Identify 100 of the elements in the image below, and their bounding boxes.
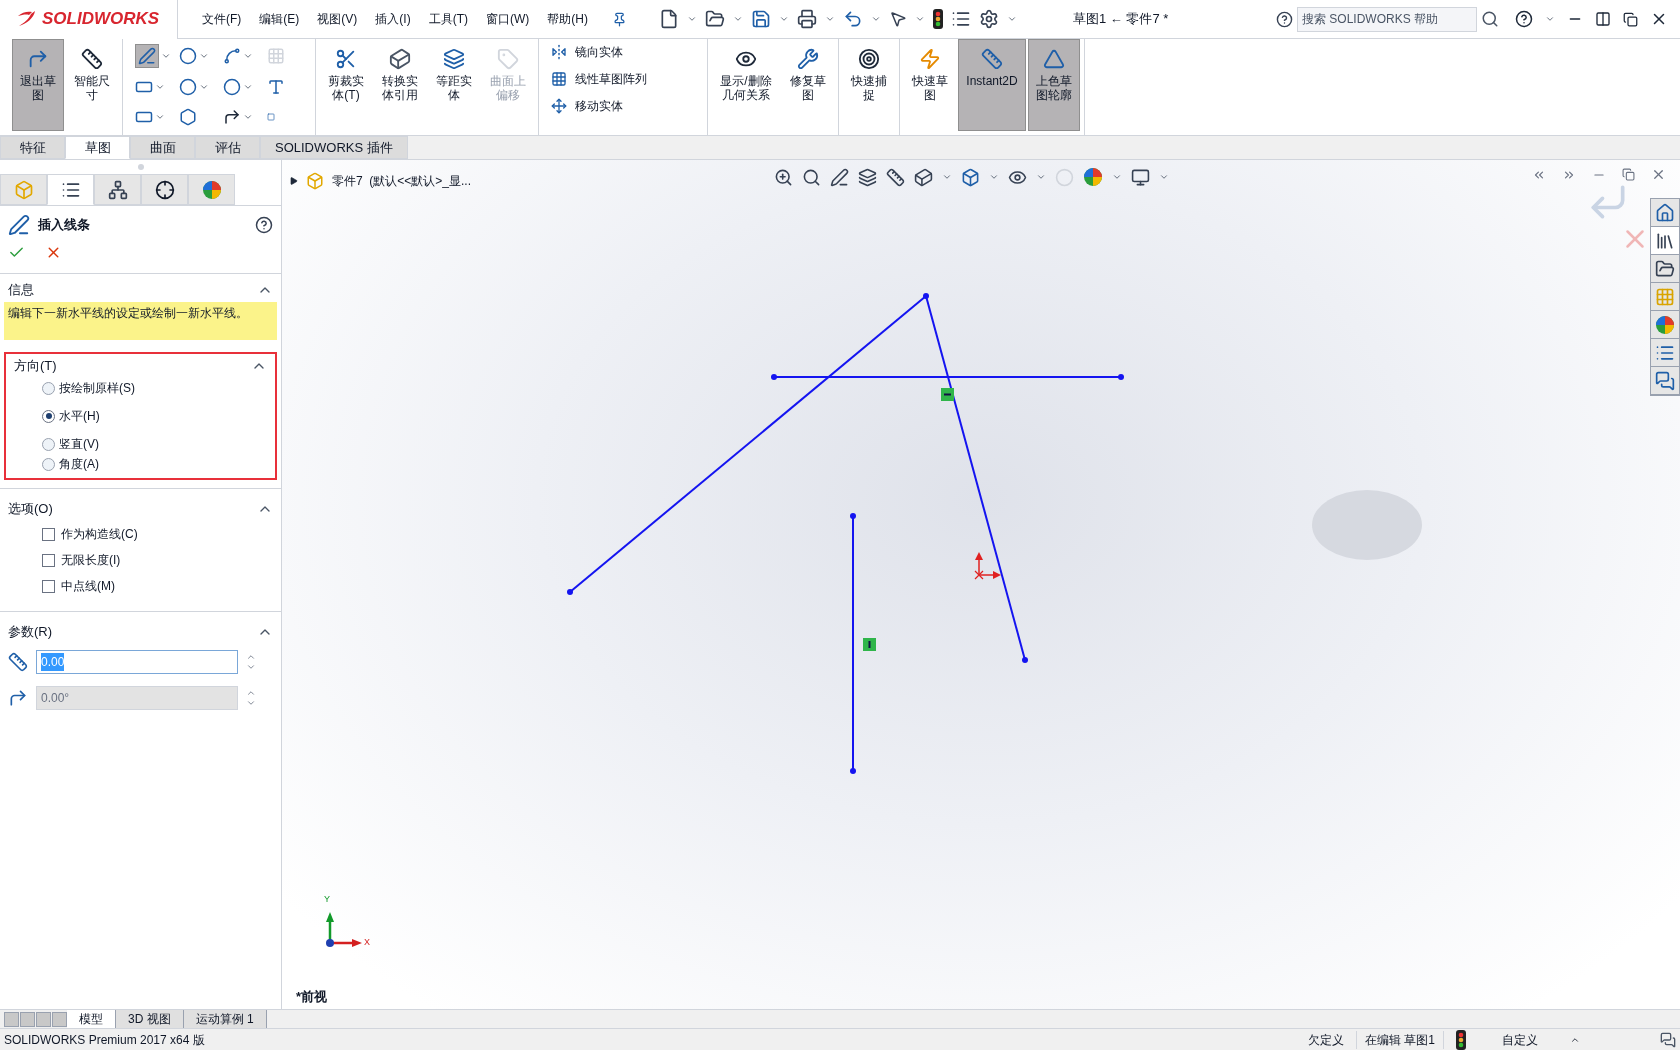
help-icon[interactable] (1276, 10, 1293, 28)
menu-item[interactable]: 工具(T) (428, 10, 468, 28)
pin-icon[interactable] (612, 11, 627, 27)
folder-icon (1655, 258, 1675, 279)
model-tab[interactable]: 模型 (67, 1009, 116, 1029)
select-icon[interactable] (889, 10, 907, 28)
sketch-line[interactable] (923, 293, 1028, 663)
caret-icon[interactable] (243, 51, 253, 61)
section-title: 信息 (8, 281, 34, 300)
text-tool-icon[interactable] (267, 77, 285, 96)
ribbon-button[interactable]: 显示/删除几何关系 (712, 39, 780, 131)
caret-icon[interactable] (871, 14, 881, 24)
radio-button[interactable] (42, 381, 55, 395)
menu-item[interactable]: 文件(F) (202, 10, 242, 28)
caret-icon[interactable] (1036, 172, 1046, 182)
ribbon-button[interactable]: 退出草图 (12, 39, 64, 131)
ribbon-button[interactable]: 上色草图轮廓 (1028, 39, 1080, 131)
ribbon-command[interactable]: 线性草图阵列 (575, 70, 647, 88)
undo-icon[interactable] (843, 9, 863, 29)
ribbon-button[interactable]: 等距实体 (428, 39, 480, 131)
tile-icon[interactable] (1595, 11, 1611, 27)
display-style-icon[interactable] (961, 167, 980, 187)
menu-item[interactable]: 视图(V) (317, 10, 358, 28)
menu-item[interactable]: 插入(I) (375, 10, 411, 28)
horizontal-relation-icon[interactable] (941, 388, 954, 401)
expand-arrow-icon[interactable] (290, 177, 298, 185)
checkbox[interactable] (42, 579, 55, 593)
sketch-line[interactable] (771, 374, 1124, 380)
ribbon-button[interactable]: Instant2D (958, 39, 1026, 131)
command-tab[interactable]: 曲面 (130, 136, 195, 159)
checkbox-label: 无限长度(I) (61, 552, 121, 569)
caret-icon[interactable] (915, 14, 925, 24)
zoom-fit-icon[interactable] (774, 167, 793, 187)
ribbon-command[interactable]: 移动实体 (575, 97, 623, 115)
monitor-icon[interactable] (1131, 167, 1150, 187)
caret-icon[interactable] (989, 172, 999, 182)
model-tab[interactable]: 3D 视图 (116, 1009, 184, 1029)
options-list-icon[interactable] (951, 9, 971, 29)
caret-icon[interactable] (1007, 14, 1017, 24)
circle-icon[interactable] (179, 47, 197, 65)
ribbon-command[interactable]: 镜向实体 (575, 43, 623, 61)
ribbon-button[interactable]: 修复草图 (782, 39, 834, 131)
checkbox[interactable] (42, 527, 55, 541)
caret-icon[interactable] (942, 172, 952, 182)
panel-tab[interactable] (141, 174, 188, 205)
ellipse-icon[interactable] (223, 77, 241, 96)
ribbon-button[interactable]: 快速捕捉 (843, 39, 895, 131)
dimension-icon (81, 48, 103, 70)
ribbon-button[interactable]: 转换实体引用 (374, 39, 426, 131)
command-tab[interactable]: 特征 (0, 136, 65, 159)
arc-icon[interactable] (179, 77, 197, 96)
print-icon[interactable] (797, 9, 817, 29)
checkbox-label: 中点线(M) (61, 578, 115, 595)
new-document-icon[interactable] (659, 9, 679, 29)
menu-item[interactable]: 编辑(E) (259, 10, 300, 28)
menu-item[interactable]: 帮助(H) (547, 10, 588, 28)
command-tab[interactable]: SOLIDWORKS 插件 (260, 136, 408, 159)
command-tab[interactable]: 评估 (195, 136, 260, 159)
checkbox[interactable] (42, 553, 55, 567)
menu-item[interactable]: 窗口(W) (486, 10, 530, 28)
model-tab[interactable]: 运动算例 1 (183, 1009, 267, 1029)
vertical-relation-icon[interactable] (863, 638, 876, 651)
tree-item[interactable]: 零件7 (默认<<默认>_显... (332, 172, 472, 190)
status-units[interactable]: 自定义 (1502, 1030, 1538, 1049)
ribbon-button[interactable]: 快速草图 (904, 39, 956, 131)
task-pane-tab[interactable] (1651, 227, 1679, 255)
zoom-area-icon[interactable] (802, 167, 821, 187)
polygon-icon[interactable] (179, 108, 197, 127)
sketch-line[interactable] (850, 513, 856, 774)
caret-icon[interactable] (733, 14, 743, 24)
caret-icon[interactable] (199, 51, 209, 61)
triangle-icon (1043, 48, 1065, 70)
save-icon[interactable] (751, 9, 771, 29)
radio-button[interactable] (42, 457, 55, 471)
caret-icon[interactable] (825, 14, 835, 24)
ribbon-button[interactable]: 智能尺寸 (66, 39, 118, 131)
view-name: *前视 (296, 987, 328, 1006)
help-icon[interactable] (1515, 10, 1533, 28)
caret-icon[interactable] (1545, 14, 1555, 24)
line-tool[interactable] (135, 44, 159, 68)
caret-icon[interactable] (161, 51, 171, 61)
ribbon-button[interactable]: 剪裁实体(T) (320, 39, 372, 131)
caret-icon[interactable] (687, 14, 697, 24)
feedback-icon[interactable] (1660, 1031, 1676, 1048)
caret-icon[interactable] (1159, 172, 1169, 182)
radio-button[interactable] (42, 409, 55, 423)
command-tab[interactable]: 草图 (65, 136, 130, 159)
caret-icon[interactable] (779, 14, 789, 24)
color-ball-icon (1083, 167, 1103, 187)
radio-button[interactable] (42, 437, 55, 451)
view-orientation-icon[interactable] (914, 167, 933, 187)
caret-icon[interactable] (1112, 172, 1122, 182)
spline-icon[interactable] (223, 47, 241, 65)
panel-tab[interactable] (94, 174, 141, 205)
restore-icon[interactable] (1623, 11, 1638, 27)
help-icon[interactable] (255, 216, 273, 234)
settings-icon[interactable] (979, 9, 999, 29)
open-icon[interactable] (705, 9, 725, 29)
search-field[interactable]: 搜索 SOLIDWORKS 帮助 (1297, 6, 1477, 32)
search-icon[interactable] (1481, 10, 1499, 28)
